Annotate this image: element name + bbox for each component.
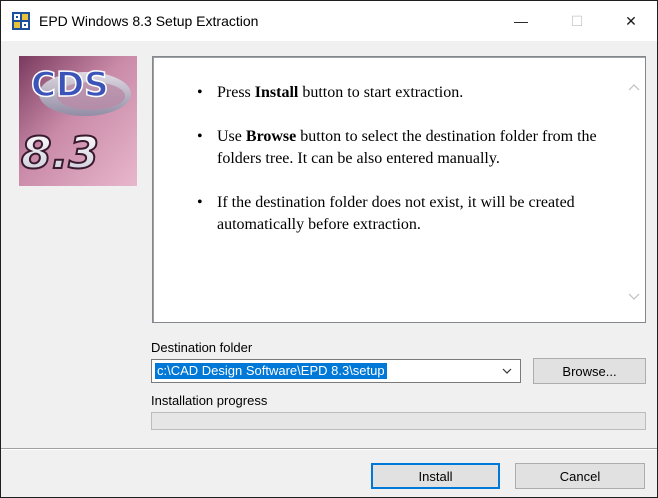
instruction-item: • Use Browse button to select the destin… [181, 126, 601, 170]
minimize-icon: — [514, 13, 528, 29]
instruction-item: • Press Install button to start extracti… [181, 82, 601, 104]
instruction-text-bold: Install [254, 84, 299, 101]
installation-progress-bar [151, 412, 646, 430]
logo-version-text: 8.3 [21, 128, 99, 179]
title-bar: EPD Windows 8.3 Setup Extraction — ☐ ✕ [1, 1, 657, 41]
instructions-panel: • Press Install button to start extracti… [152, 56, 646, 323]
instruction-text-prefix: Press [217, 84, 255, 101]
instruction-text-suffix: button to start extraction. [298, 84, 464, 101]
destination-folder-label: Destination folder [151, 340, 253, 355]
instruction-text-prefix: Use [217, 128, 246, 145]
instruction-text-bold: Browse [245, 128, 297, 145]
destination-folder-combobox[interactable]: c:\CAD Design Software\EPD 8.3\setup [151, 359, 521, 383]
instruction-text-prefix: If the destination folder does not exist… [217, 194, 575, 233]
logo-brand-text: CDS [31, 65, 109, 105]
minimize-button[interactable]: — [498, 1, 544, 41]
installation-progress-label: Installation progress [151, 393, 268, 408]
instruction-item: • If the destination folder does not exi… [181, 192, 601, 236]
bullet-icon: • [197, 128, 203, 145]
close-button[interactable]: ✕ [608, 1, 654, 41]
footer-separator [1, 448, 657, 450]
close-icon: ✕ [625, 12, 637, 29]
bullet-icon: • [197, 84, 203, 101]
maximize-button[interactable]: ☐ [554, 1, 600, 41]
cds-logo: CDS 8.3 [19, 56, 137, 186]
bullet-icon: • [197, 194, 203, 211]
scroll-down-icon[interactable] [627, 289, 641, 303]
instructions-list: • Press Install button to start extracti… [181, 82, 601, 258]
window-title: EPD Windows 8.3 Setup Extraction [39, 13, 259, 29]
setup-window: EPD Windows 8.3 Setup Extraction — ☐ ✕ C… [0, 0, 658, 498]
chevron-down-icon[interactable] [502, 367, 512, 375]
install-button[interactable]: Install [371, 463, 500, 489]
cancel-button[interactable]: Cancel [515, 463, 645, 489]
browse-button[interactable]: Browse... [533, 358, 646, 384]
setup-app-icon [12, 12, 30, 30]
destination-folder-value[interactable]: c:\CAD Design Software\EPD 8.3\setup [155, 363, 387, 379]
maximize-icon: ☐ [570, 12, 584, 29]
scroll-up-icon[interactable] [627, 81, 641, 95]
